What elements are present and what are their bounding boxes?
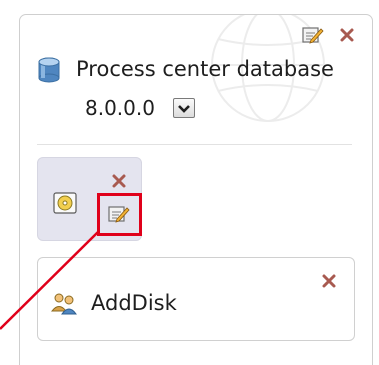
callout-line [0, 231, 99, 330]
screenshot-stage: Process center database 8.0.0.0 AddDisk [0, 0, 379, 365]
